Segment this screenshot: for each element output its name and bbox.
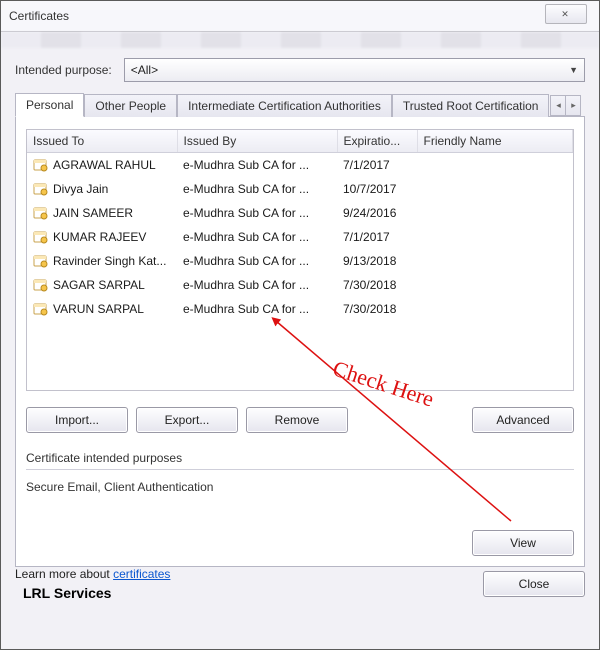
learn-more-link[interactable]: certificates	[113, 567, 170, 581]
cell-expiration: 10/7/2017	[337, 177, 417, 201]
import-button[interactable]: Import...	[26, 407, 128, 433]
cell-issued-to: VARUN SARPAL	[53, 302, 144, 316]
cell-expiration: 9/13/2018	[337, 249, 417, 273]
cell-issued-by: e-Mudhra Sub CA for ...	[177, 249, 337, 273]
tab-scroll: ◂ ▸	[551, 95, 581, 116]
brand-text: LRL Services	[23, 585, 170, 601]
cell-expiration: 7/30/2018	[337, 273, 417, 297]
cell-issued-by: e-Mudhra Sub CA for ...	[177, 297, 337, 321]
certificate-icon	[33, 182, 49, 196]
background-blur	[1, 32, 599, 48]
col-friendly[interactable]: Friendly Name	[417, 130, 573, 153]
table-row[interactable]: Ravinder Singh Kat... e-Mudhra Sub CA for…	[27, 249, 573, 273]
cell-friendly	[417, 225, 573, 249]
cell-issued-by: e-Mudhra Sub CA for ...	[177, 201, 337, 225]
advanced-button[interactable]: Advanced	[472, 407, 574, 433]
intended-purpose-label: Intended purpose:	[15, 63, 112, 77]
tab-scroll-right[interactable]: ▸	[565, 95, 581, 116]
certificate-icon	[33, 302, 49, 316]
cell-friendly	[417, 249, 573, 273]
cell-expiration: 7/1/2017	[337, 153, 417, 178]
cell-issued-to: Divya Jain	[53, 182, 108, 196]
tab-personal[interactable]: Personal	[15, 93, 84, 117]
intended-purposes-text: Secure Email, Client Authentication	[26, 480, 574, 494]
table-row[interactable]: AGRAWAL RAHUL e-Mudhra Sub CA for ...7/1/…	[27, 153, 573, 178]
close-button[interactable]: Close	[483, 571, 585, 597]
tab-page: Issued To Issued By Expiratio... Friendl…	[15, 117, 585, 567]
remove-button[interactable]: Remove	[246, 407, 348, 433]
cell-expiration: 9/24/2016	[337, 201, 417, 225]
cell-friendly	[417, 297, 573, 321]
certificate-icon	[33, 254, 49, 268]
table-row[interactable]: SAGAR SARPAL e-Mudhra Sub CA for ...7/30/…	[27, 273, 573, 297]
divider	[26, 469, 574, 470]
tab-trusted-root[interactable]: Trusted Root Certification	[392, 94, 550, 117]
tab-scroll-left[interactable]: ◂	[550, 95, 566, 116]
certificate-list[interactable]: Issued To Issued By Expiratio... Friendl…	[26, 129, 574, 391]
tab-strip: Personal Other People Intermediate Certi…	[15, 92, 585, 117]
cell-expiration: 7/30/2018	[337, 297, 417, 321]
col-expiration[interactable]: Expiratio...	[337, 130, 417, 153]
cell-expiration: 7/1/2017	[337, 225, 417, 249]
cell-friendly	[417, 177, 573, 201]
intended-purpose-select[interactable]: <All> ▼	[124, 58, 585, 82]
title-close-button[interactable]: ✕	[545, 4, 587, 24]
cell-friendly	[417, 153, 573, 178]
cell-issued-to: KUMAR RAJEEV	[53, 230, 146, 244]
certificate-icon	[33, 158, 49, 172]
certificate-icon	[33, 278, 49, 292]
cell-issued-by: e-Mudhra Sub CA for ...	[177, 225, 337, 249]
table-row[interactable]: VARUN SARPAL e-Mudhra Sub CA for ...7/30/…	[27, 297, 573, 321]
title-bar: Certificates ✕	[1, 1, 599, 32]
tab-other-people[interactable]: Other People	[84, 94, 177, 117]
cell-friendly	[417, 201, 573, 225]
certificates-window: Certificates ✕ Intended purpose: <All> ▼…	[0, 0, 600, 650]
chevron-down-icon: ▼	[569, 65, 578, 75]
cell-friendly	[417, 273, 573, 297]
intended-purposes-heading: Certificate intended purposes	[26, 451, 574, 465]
cell-issued-to: Ravinder Singh Kat...	[53, 254, 166, 268]
certificate-icon	[33, 206, 49, 220]
cell-issued-by: e-Mudhra Sub CA for ...	[177, 273, 337, 297]
intended-purpose-value: <All>	[131, 63, 158, 77]
export-button[interactable]: Export...	[136, 407, 238, 433]
view-button[interactable]: View	[472, 530, 574, 556]
tab-intermediate-ca[interactable]: Intermediate Certification Authorities	[177, 94, 392, 117]
cell-issued-to: JAIN SAMEER	[53, 206, 133, 220]
col-issued-by[interactable]: Issued By	[177, 130, 337, 153]
table-row[interactable]: KUMAR RAJEEV e-Mudhra Sub CA for ...7/1/2…	[27, 225, 573, 249]
col-issued-to[interactable]: Issued To	[27, 130, 177, 153]
certificate-icon	[33, 230, 49, 244]
learn-more-text: Learn more about	[15, 567, 113, 581]
cell-issued-to: AGRAWAL RAHUL	[53, 158, 156, 172]
cell-issued-to: SAGAR SARPAL	[53, 278, 145, 292]
window-title: Certificates	[9, 9, 69, 23]
cell-issued-by: e-Mudhra Sub CA for ...	[177, 153, 337, 178]
cell-issued-by: e-Mudhra Sub CA for ...	[177, 177, 337, 201]
table-row[interactable]: Divya Jain e-Mudhra Sub CA for ...10/7/20…	[27, 177, 573, 201]
table-row[interactable]: JAIN SAMEER e-Mudhra Sub CA for ...9/24/2…	[27, 201, 573, 225]
